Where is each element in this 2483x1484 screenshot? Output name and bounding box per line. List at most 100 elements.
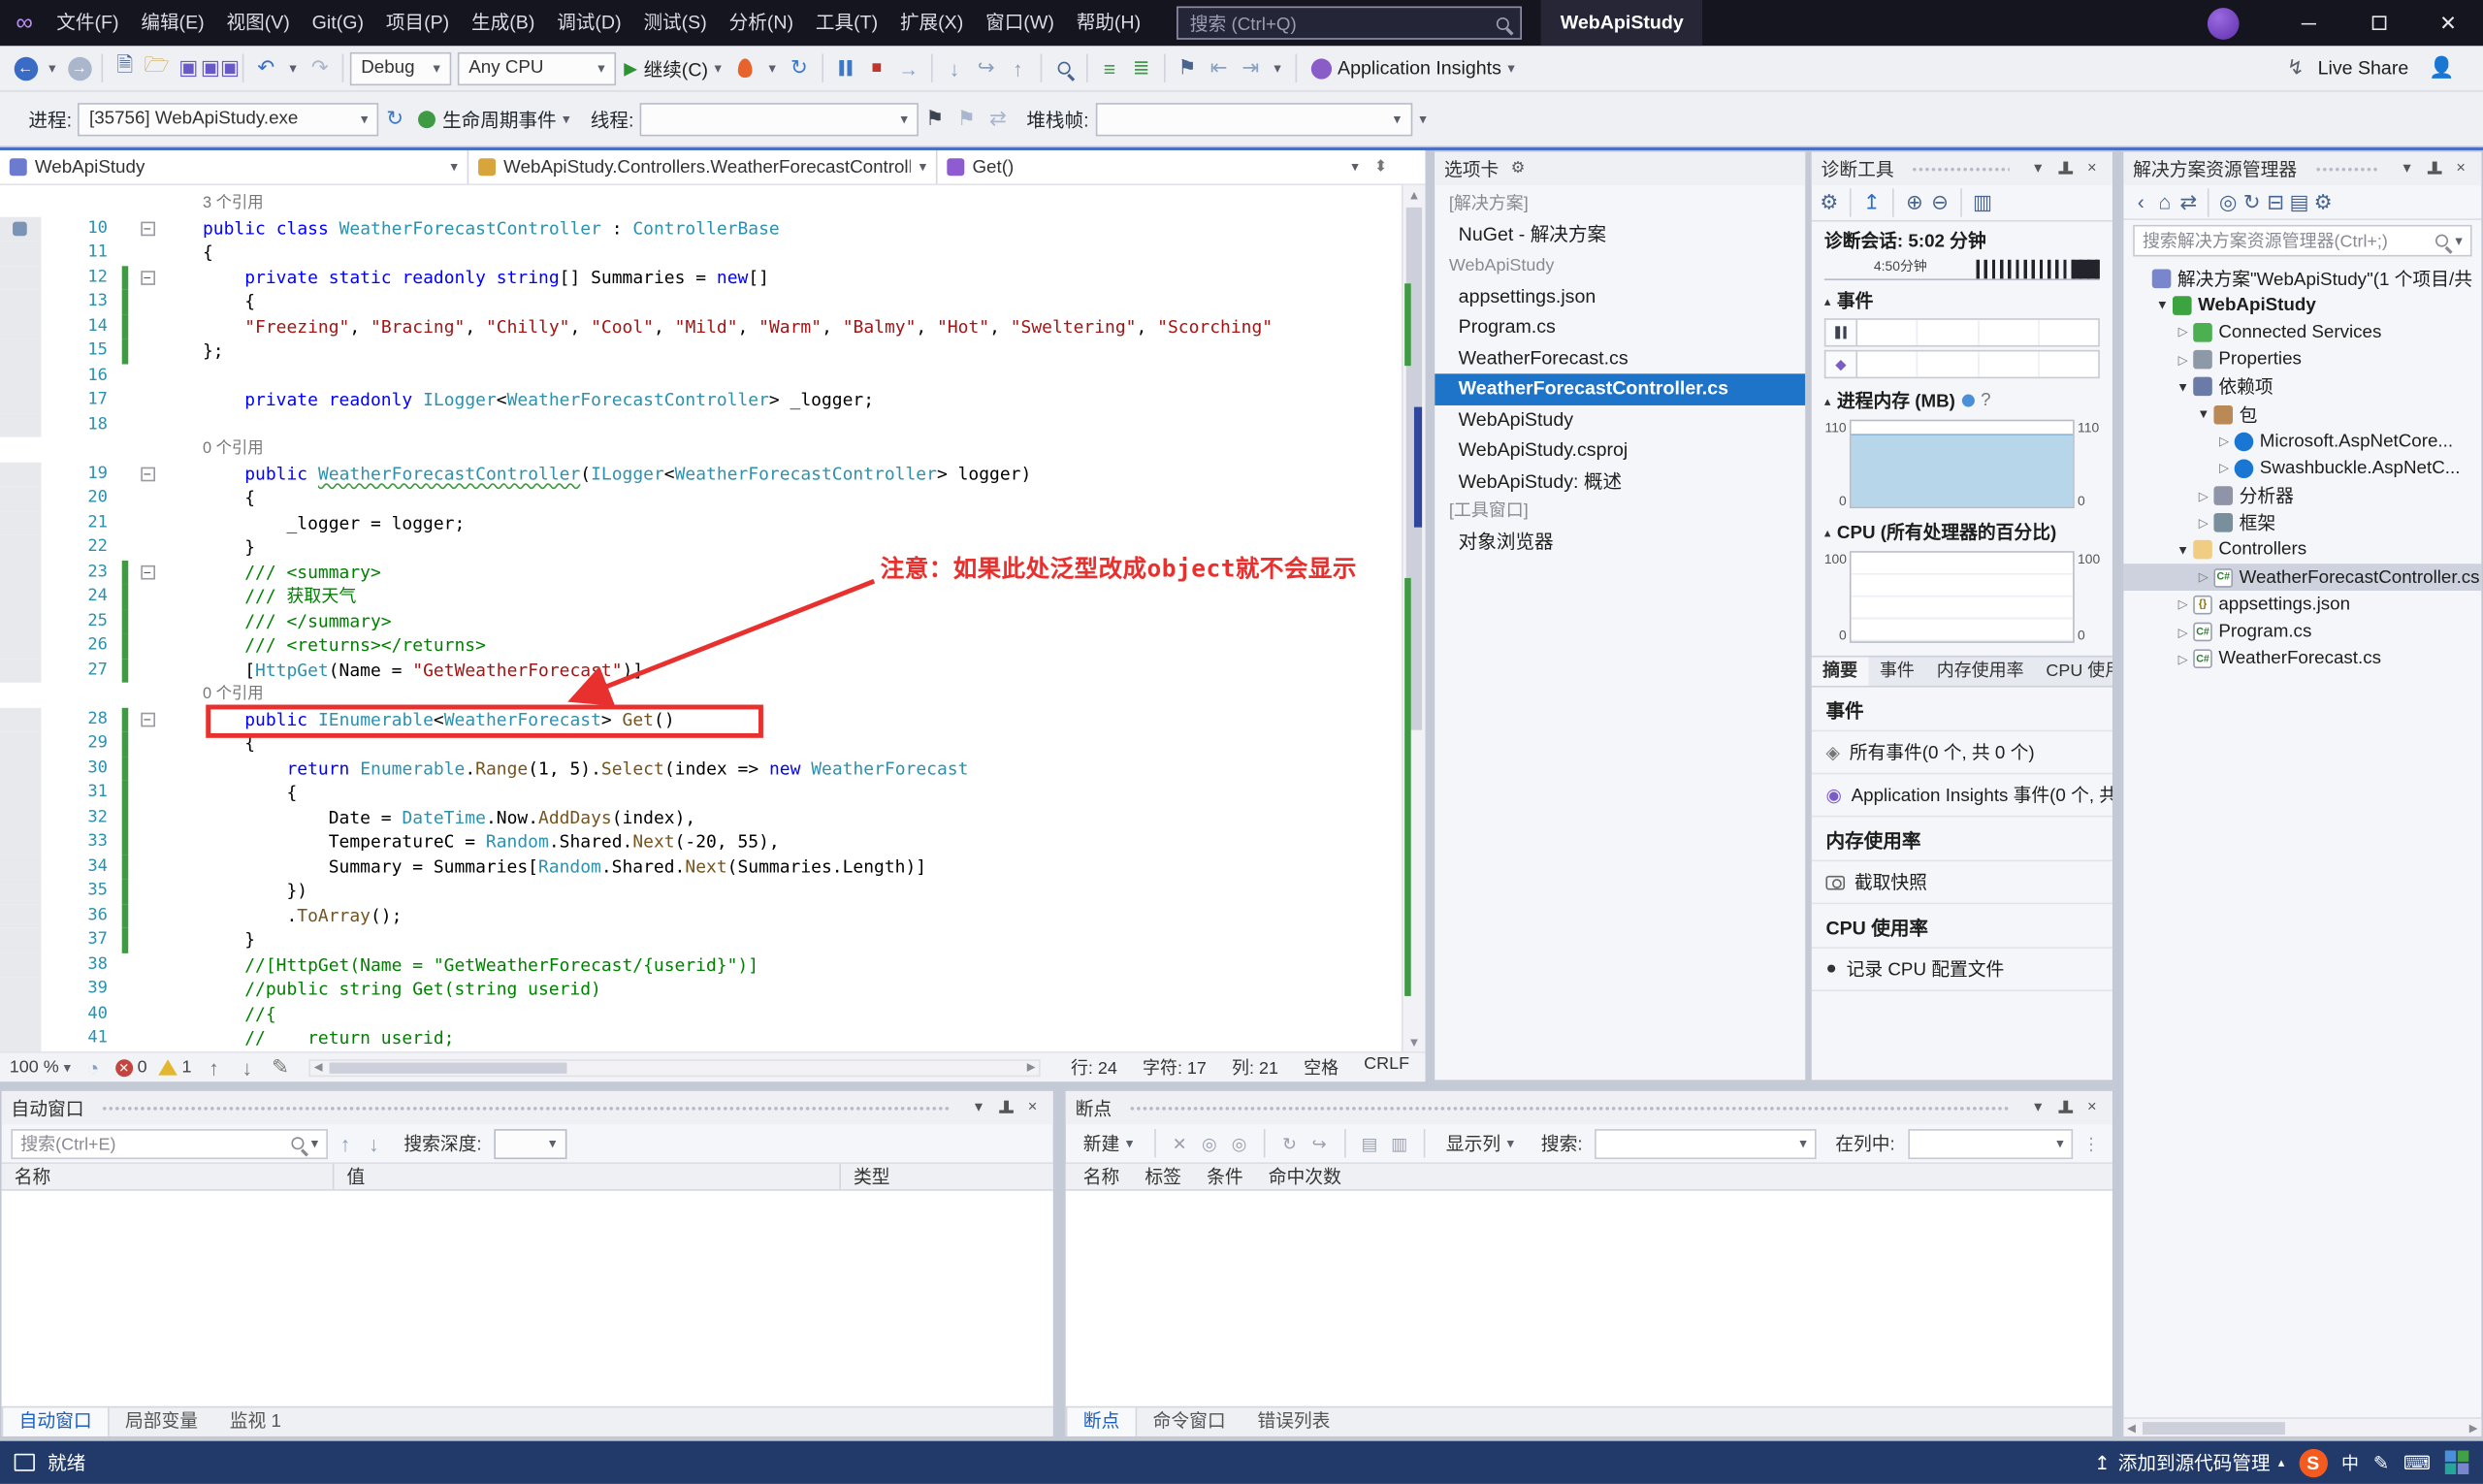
tool-window-tab[interactable]: 监视 1 [213, 1407, 297, 1436]
open-file-icon[interactable]: 🗁 [141, 52, 173, 84]
previous-match-icon[interactable]: ↑ [334, 1127, 356, 1159]
export-icon[interactable]: ↥ [1860, 187, 1883, 219]
window-menu-icon[interactable]: ▾ [968, 1099, 990, 1116]
fold-collapse-icon[interactable]: − [140, 221, 155, 236]
scroll-right-icon[interactable]: ▶ [2466, 1419, 2481, 1436]
indicator-margin[interactable] [0, 510, 42, 535]
indicator-margin[interactable] [0, 241, 42, 266]
column-header[interactable]: 标签 [1134, 1164, 1192, 1189]
column-header[interactable]: 值 [334, 1163, 841, 1190]
help-icon[interactable]: ? [1981, 391, 1990, 410]
document-tab-item[interactable]: WeatherForecastController.cs [1435, 373, 1806, 405]
next-match-icon[interactable]: ↓ [363, 1127, 385, 1159]
hscrollbar-thumb[interactable] [2142, 1422, 2285, 1436]
tree-expander-icon[interactable]: ▼ [2175, 380, 2192, 395]
fold-collapse-icon[interactable]: − [140, 467, 155, 481]
indicator-margin[interactable] [0, 829, 42, 855]
indicator-margin[interactable] [0, 1001, 42, 1026]
find-in-files-icon[interactable] [1048, 52, 1080, 84]
lifecycle-events-button[interactable]: 生命周期事件 ▾ [410, 101, 577, 136]
solution-horizontal-scrollbar[interactable]: ◀ ▶ [2123, 1417, 2482, 1436]
uncomment-lines-icon[interactable]: ≣ [1125, 52, 1157, 84]
tree-item[interactable]: ▷{} appsettings.json [2123, 591, 2481, 618]
indicator-margin[interactable] [0, 339, 42, 364]
pin-icon[interactable] [998, 1099, 1014, 1116]
menu-item[interactable]: 项目(P) [374, 0, 460, 46]
indicator-margin[interactable] [0, 486, 42, 511]
breakpoints-grid-body[interactable] [1065, 1190, 2112, 1406]
indicator-margin[interactable] [0, 879, 42, 904]
tree-item[interactable]: ▼ 包 [2123, 401, 2481, 428]
stack-frame-select[interactable]: ▾ [1095, 102, 1412, 136]
indent-indicator[interactable]: 空格 [1304, 1054, 1338, 1080]
tree-expander-icon[interactable]: ▷ [2175, 625, 2192, 639]
pin-icon[interactable] [2057, 1099, 2074, 1116]
indicator-margin[interactable] [0, 903, 42, 928]
column-header[interactable]: 命中次数 [1257, 1164, 1352, 1189]
editor-horizontal-scrollbar[interactable]: ◀ ▶ [308, 1058, 1041, 1077]
tree-expander-icon[interactable]: ▷ [2175, 597, 2192, 612]
step-into-icon[interactable]: ↓ [939, 52, 971, 84]
refresh-icon[interactable]: ↻ [2241, 186, 2263, 218]
navigate-back-icon[interactable]: ← [10, 52, 42, 84]
window-menu-icon[interactable]: ▾ [2396, 160, 2418, 177]
export-breakpoints-icon[interactable]: ↻ [1277, 1133, 1301, 1154]
user-avatar[interactable] [2207, 7, 2240, 39]
indicator-margin[interactable] [0, 927, 42, 953]
keyboard-icon[interactable]: ⌨ [2403, 1451, 2431, 1473]
quick-search-input[interactable]: 搜索 (Ctrl+Q) [1177, 6, 1523, 40]
breadcrumb-project[interactable]: WebApiStudy ▾ [0, 150, 469, 184]
close-icon[interactable]: × [2450, 160, 2472, 177]
diagnostics-tab[interactable]: 事件 [1869, 658, 1926, 686]
indicator-margin[interactable] [0, 289, 42, 315]
close-icon[interactable]: × [1021, 1099, 1044, 1116]
tree-item[interactable]: ▼ WebApiStudy [2123, 292, 2481, 319]
diagnostics-tab[interactable]: CPU 使用率 [2035, 658, 2112, 686]
collapse-all-icon[interactable]: ⊟ [2265, 186, 2287, 218]
tree-item[interactable]: ▷ 分析器 [2123, 482, 2481, 509]
document-tab-item[interactable]: 对象浏览器 [1435, 528, 1805, 559]
tool-window-tab[interactable]: 局部变量 [110, 1407, 214, 1436]
codelens-references[interactable]: 0 个引用 [203, 437, 264, 462]
diagnostics-tab[interactable]: 内存使用率 [1925, 658, 2035, 686]
tool-window-tab[interactable]: 断点 [1065, 1407, 1138, 1436]
indicator-margin[interactable] [0, 412, 42, 437]
pin-icon[interactable] [2426, 160, 2442, 177]
tree-expander-icon[interactable]: ▷ [2195, 570, 2212, 585]
search-options-icon[interactable]: ▾ [2455, 232, 2462, 249]
scroll-left-icon[interactable]: ◀ [2123, 1419, 2139, 1436]
document-tab-item[interactable]: WebApiStudy: 概述 [1435, 467, 1805, 498]
navigate-forward-icon[interactable]: → [63, 52, 95, 84]
tree-expander-icon[interactable]: ▷ [2195, 516, 2212, 531]
home-icon[interactable]: ⌂ [2153, 186, 2176, 218]
menu-item[interactable]: 帮助(H) [1065, 0, 1151, 46]
code-cleanup-icon[interactable]: ✎ [270, 1051, 292, 1083]
solution-configuration-select[interactable]: Debug ▾ [349, 51, 452, 85]
comment-lines-icon[interactable]: ≡ [1094, 52, 1126, 84]
scroll-right-icon[interactable]: ▶ [1023, 1060, 1039, 1075]
indicator-margin[interactable] [0, 658, 42, 683]
ime-pen-icon[interactable]: ✎ [2373, 1451, 2389, 1473]
debug-toolbar-overflow-icon[interactable]: ▾ [1412, 103, 1435, 135]
menu-item[interactable]: 调试(D) [546, 0, 632, 46]
eol-indicator[interactable]: CRLF [1364, 1054, 1409, 1080]
window-menu-icon[interactable]: ▾ [2027, 1099, 2049, 1116]
redo-icon[interactable]: ↷ [304, 52, 336, 84]
solution-search-input[interactable]: 搜索解决方案资源管理器(Ctrl+;) ▾ [2133, 224, 2472, 257]
minimize-button[interactable]: ─ [2273, 0, 2343, 46]
tree-item[interactable]: ▷ Swashbuckle.AspNetC... [2123, 455, 2481, 482]
tree-expander-icon[interactable]: ▷ [2175, 652, 2192, 666]
tree-item[interactable]: ▷ Connected Services [2123, 319, 2481, 346]
search-options-icon[interactable]: ▾ [311, 1135, 318, 1152]
column-header[interactable]: 名称 [1072, 1164, 1130, 1189]
diagnostics-tab[interactable]: 摘要 [1811, 657, 1869, 686]
indicator-margin[interactable] [0, 314, 42, 339]
properties-icon[interactable]: ⚙ [2312, 186, 2335, 218]
zoom-in-icon[interactable]: ⊕ [1903, 187, 1925, 219]
menu-item[interactable]: 生成(B) [461, 0, 546, 46]
tool-window-tab[interactable]: 命令窗口 [1137, 1407, 1242, 1436]
breadcrumb-member[interactable]: Get() ▾ [938, 150, 1369, 183]
column-header[interactable]: 名称 [2, 1163, 335, 1190]
error-count[interactable]: ✕ 0 [114, 1058, 147, 1077]
fold-collapse-icon[interactable]: − [140, 712, 155, 726]
